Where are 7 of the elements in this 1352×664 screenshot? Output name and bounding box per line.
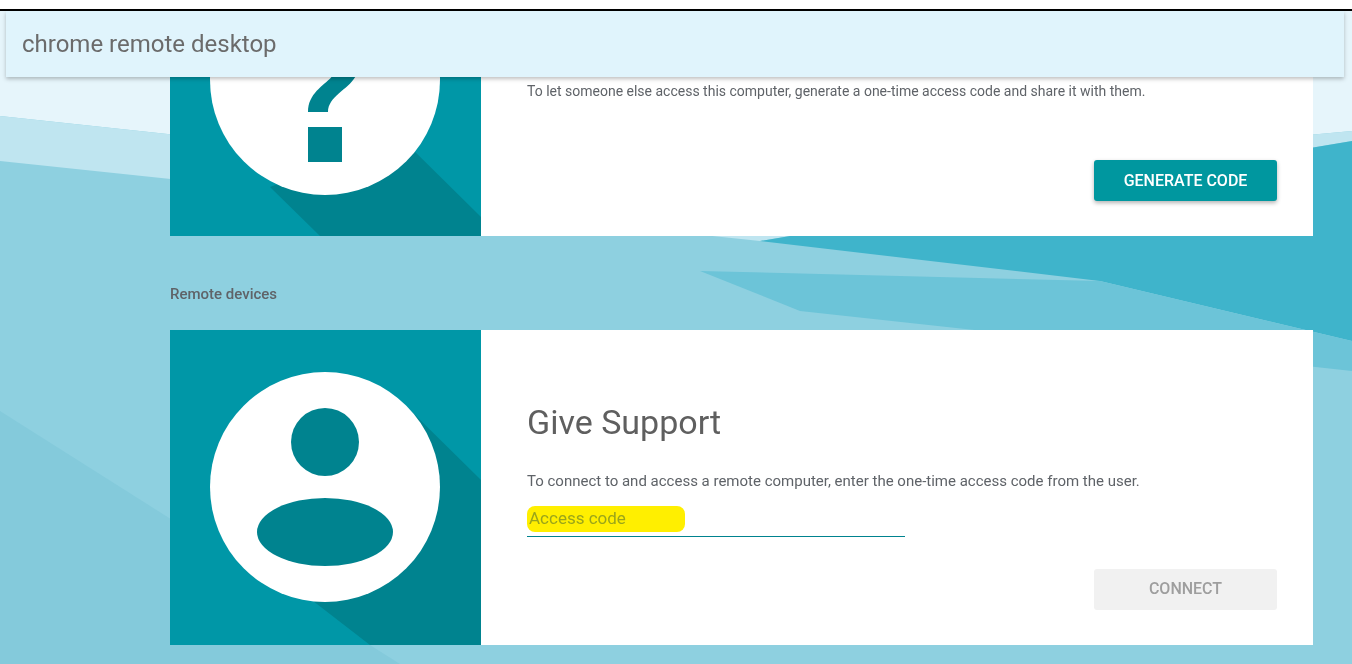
access-code-field[interactable]: Access code [527,506,905,537]
share-description: To let someone else access this computer, generate a one-time access code and share it with them. [527,82,1147,101]
section-label: Remote devices [170,284,278,305]
support-description: To connect to and access a remote computer, enter the one-time access code from the user. [527,470,1140,492]
action-button[interactable]: GENERATE CODE [1094,160,1277,201]
app-title: chrome remote desktop [22,29,277,60]
support-title: Give Support [527,400,722,444]
